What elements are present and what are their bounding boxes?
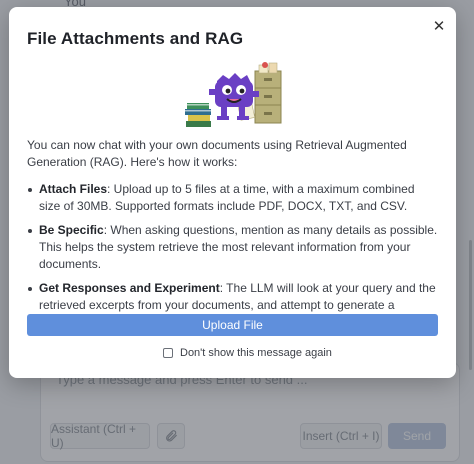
intro-text: You can now chat with your own documents… — [27, 138, 407, 169]
close-button[interactable]: ✕ — [431, 19, 447, 35]
dialog-title: File Attachments and RAG — [27, 29, 244, 48]
dont-show-again-option[interactable]: Don't show this message again — [163, 347, 332, 359]
dont-show-again-checkbox[interactable] — [163, 348, 173, 358]
upload-file-button[interactable]: Upload File — [27, 314, 438, 336]
rag-info-dialog: File Attachments and RAG ✕ You can now c… — [9, 7, 456, 378]
dont-show-again-label: Don't show this message again — [180, 347, 332, 359]
list-item-term: Be Specific — [39, 223, 104, 237]
list-item-term: Attach Files — [39, 182, 108, 196]
list-item-term: Get Responses and Experiment — [39, 281, 220, 295]
mascot-documents-illustration — [185, 62, 282, 127]
list-item: Be Specific: When asking questions, ment… — [27, 222, 439, 273]
close-icon: ✕ — [432, 18, 446, 35]
list-item: Attach Files: Upload up to 5 files at a … — [27, 181, 439, 215]
